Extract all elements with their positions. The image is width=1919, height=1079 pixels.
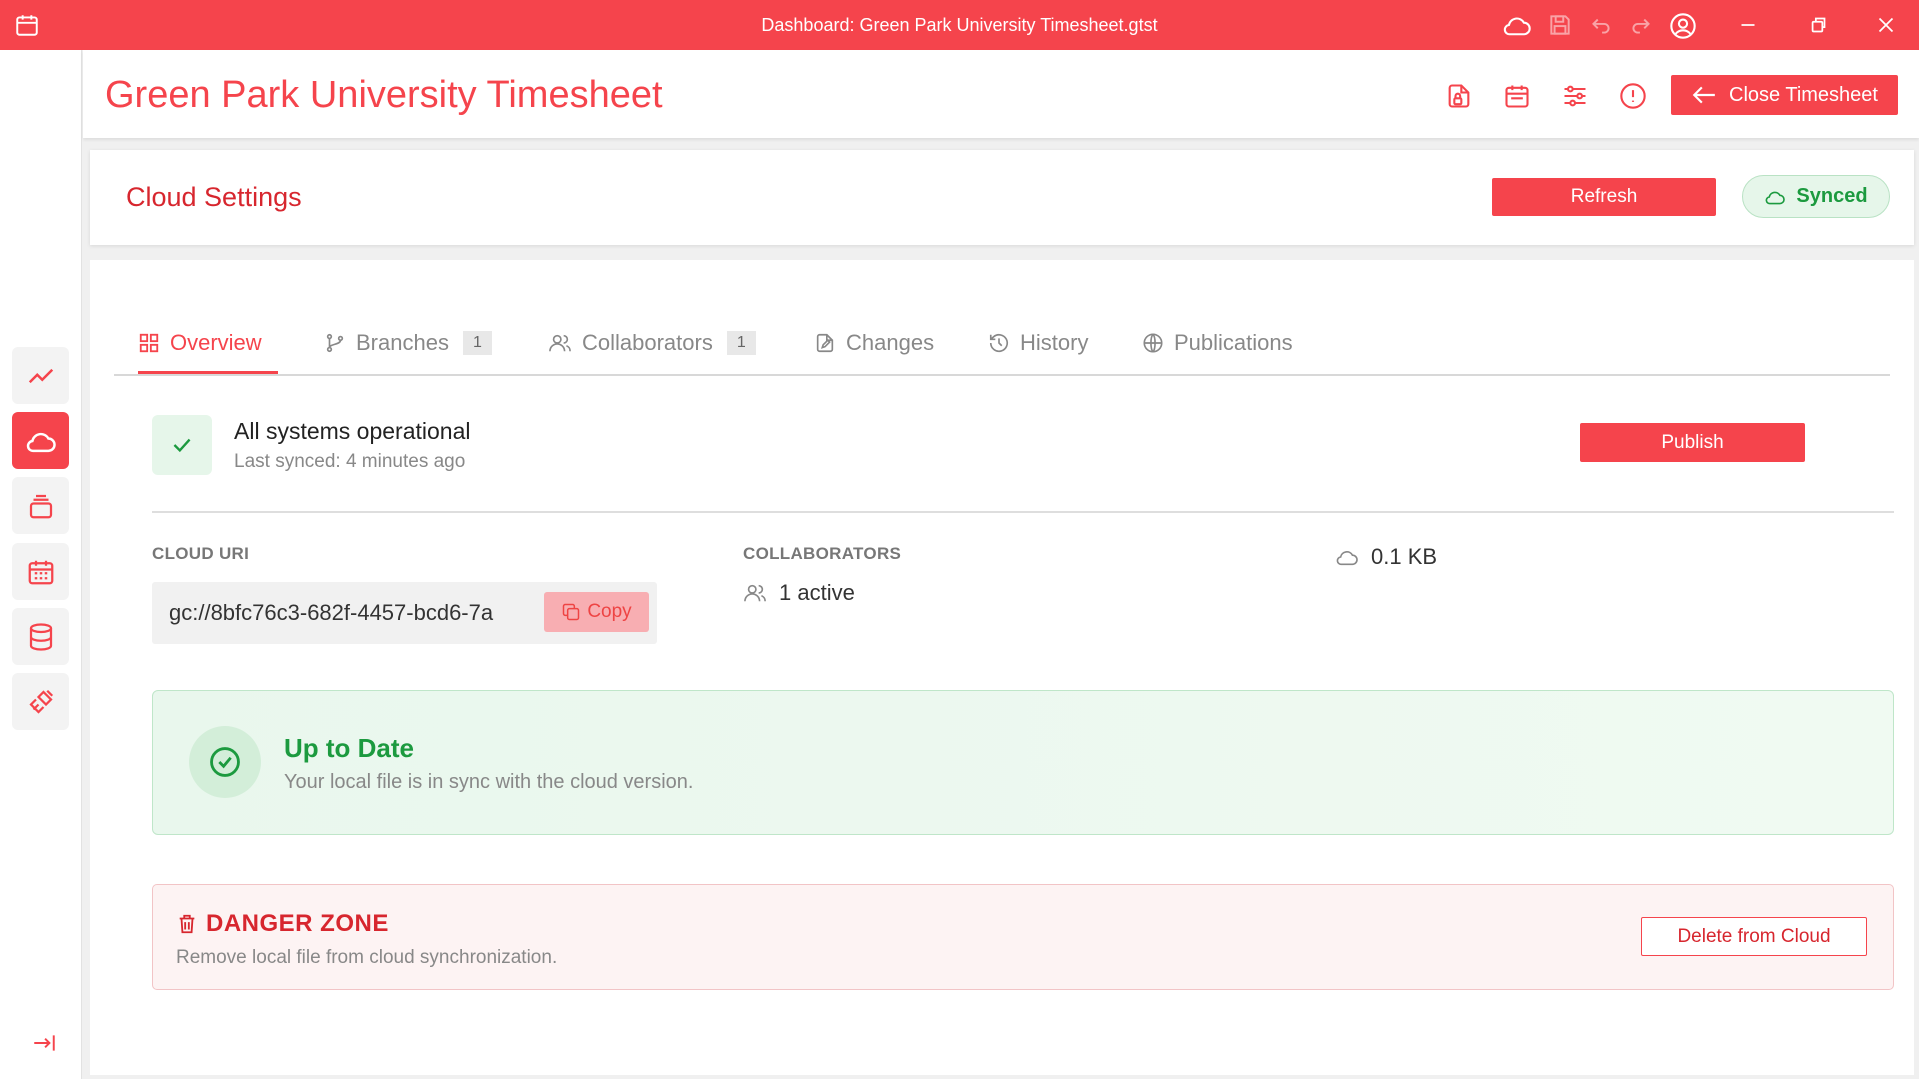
history-icon [988, 332, 1010, 354]
sync-state-description: Your local file is in sync with the clou… [284, 771, 694, 793]
collaborators-label: COLLABORATORS [743, 544, 902, 563]
trash-icon [176, 912, 198, 936]
sidebar-item-calendar[interactable] [12, 543, 69, 600]
copy-icon [561, 602, 581, 622]
globe-icon [1142, 332, 1164, 354]
delete-from-cloud-button[interactable]: Delete from Cloud [1641, 917, 1867, 956]
sync-status-badge: Synced [1742, 175, 1890, 218]
tab-branches[interactable]: Branches 1 [324, 310, 492, 376]
file-edit-icon [814, 332, 836, 354]
sidebar [0, 50, 82, 1079]
cloud-icon[interactable] [1502, 12, 1532, 38]
cloud-uri-value[interactable]: gc://8bfc76c3-682f-4457-bcd6-7a [169, 600, 529, 626]
sidebar-item-integrations[interactable] [12, 673, 69, 730]
save-icon[interactable] [1547, 12, 1573, 38]
danger-zone-title: DANGER ZONE [176, 910, 389, 938]
check-icon [169, 432, 195, 458]
sync-status-label: Synced [1796, 185, 1868, 207]
collapse-arrow-icon[interactable] [30, 1030, 58, 1056]
trend-chart-icon [26, 361, 56, 391]
sidebar-item-cloud[interactable] [12, 412, 69, 469]
sync-state-title: Up to Date [284, 733, 414, 763]
danger-zone-label: DANGER ZONE [206, 910, 389, 937]
close-icon[interactable] [1873, 12, 1899, 38]
cloud-file-size: 0.1 KB [1335, 544, 1437, 570]
calendar-icon[interactable] [1503, 82, 1531, 110]
arrow-left-icon [1691, 84, 1717, 106]
sidebar-item-layers[interactable] [12, 477, 69, 534]
tab-label: Publications [1174, 330, 1293, 355]
plug-icon [26, 687, 56, 717]
status-title: All systems operational [234, 418, 471, 444]
tab-label: Collaborators [582, 330, 713, 355]
undo-icon[interactable] [1588, 12, 1614, 38]
copy-uri-button[interactable]: Copy [544, 592, 649, 632]
users-icon [548, 332, 572, 354]
tab-history[interactable]: History [988, 310, 1088, 376]
window-titlebar: Dashboard: Green Park University Timeshe… [0, 0, 1919, 50]
cloud-icon [1335, 547, 1359, 567]
tab-label: Overview [170, 330, 262, 355]
restore-icon[interactable] [1805, 12, 1831, 38]
page-title: Green Park University Timesheet [105, 74, 663, 116]
app-header: Green Park University Timesheet Close Ti… [83, 50, 1919, 138]
cloud-icon [25, 426, 57, 456]
section-title: Cloud Settings [126, 182, 302, 212]
collaborators-count: 1 active [743, 580, 855, 606]
calendar-grid-icon [26, 557, 56, 587]
danger-zone: DANGER ZONE Remove local file from cloud… [152, 884, 1894, 990]
cloud-icon [1764, 188, 1786, 206]
minimize-icon[interactable] [1735, 12, 1761, 38]
users-icon [743, 582, 767, 604]
sync-ok-indicator [189, 726, 261, 798]
cloud-overview-panel: Overview Branches 1 Collaborators 1 Chan… [90, 260, 1914, 1075]
sliders-icon[interactable] [1561, 82, 1589, 110]
sidebar-item-database[interactable] [12, 608, 69, 665]
refresh-button[interactable]: Refresh [1492, 178, 1716, 216]
status-ok-indicator [152, 415, 212, 475]
tab-bar: Overview Branches 1 Collaborators 1 Chan… [114, 310, 1890, 376]
alert-circle-icon[interactable] [1619, 82, 1647, 110]
copy-label: Copy [587, 601, 632, 622]
tab-label: Branches [356, 330, 449, 355]
tab-changes[interactable]: Changes [814, 310, 934, 376]
sidebar-item-analytics[interactable] [12, 347, 69, 404]
collaborator-count-badge: 1 [726, 331, 756, 355]
tab-publications[interactable]: Publications [1142, 310, 1293, 376]
close-timesheet-label: Close Timesheet [1729, 83, 1878, 106]
tab-overview[interactable]: Overview [138, 310, 278, 376]
cloud-uri-label: CLOUD URI [152, 544, 250, 563]
file-size-value: 0.1 KB [1371, 544, 1438, 569]
cloud-uri-field[interactable]: gc://8bfc76c3-682f-4457-bcd6-7a Copy [152, 582, 657, 644]
tab-collaborators[interactable]: Collaborators 1 [548, 310, 756, 376]
check-circle-icon [208, 745, 242, 779]
system-status: All systems operational Last synced: 4 m… [152, 413, 1894, 513]
tab-label: History [1020, 330, 1089, 355]
database-icon [26, 622, 56, 652]
tab-label: Changes [846, 330, 935, 355]
stack-icon [26, 491, 56, 521]
danger-zone-description: Remove local file from cloud synchroniza… [176, 947, 558, 968]
close-timesheet-button[interactable]: Close Timesheet [1671, 75, 1898, 115]
redo-icon[interactable] [1628, 12, 1654, 38]
branch-count-badge: 1 [462, 331, 492, 355]
publish-button[interactable]: Publish [1580, 423, 1805, 462]
file-lock-icon[interactable] [1445, 82, 1473, 110]
user-circle-icon[interactable] [1668, 12, 1698, 39]
cloud-settings-header: Cloud Settings Refresh Synced [90, 150, 1914, 245]
collaborators-value: 1 active [779, 580, 855, 605]
grid-icon [138, 332, 160, 354]
last-synced-text: Last synced: 4 minutes ago [234, 451, 466, 472]
sync-state-card: Up to Date Your local file is in sync wi… [152, 690, 1894, 835]
branch-icon [324, 332, 346, 354]
